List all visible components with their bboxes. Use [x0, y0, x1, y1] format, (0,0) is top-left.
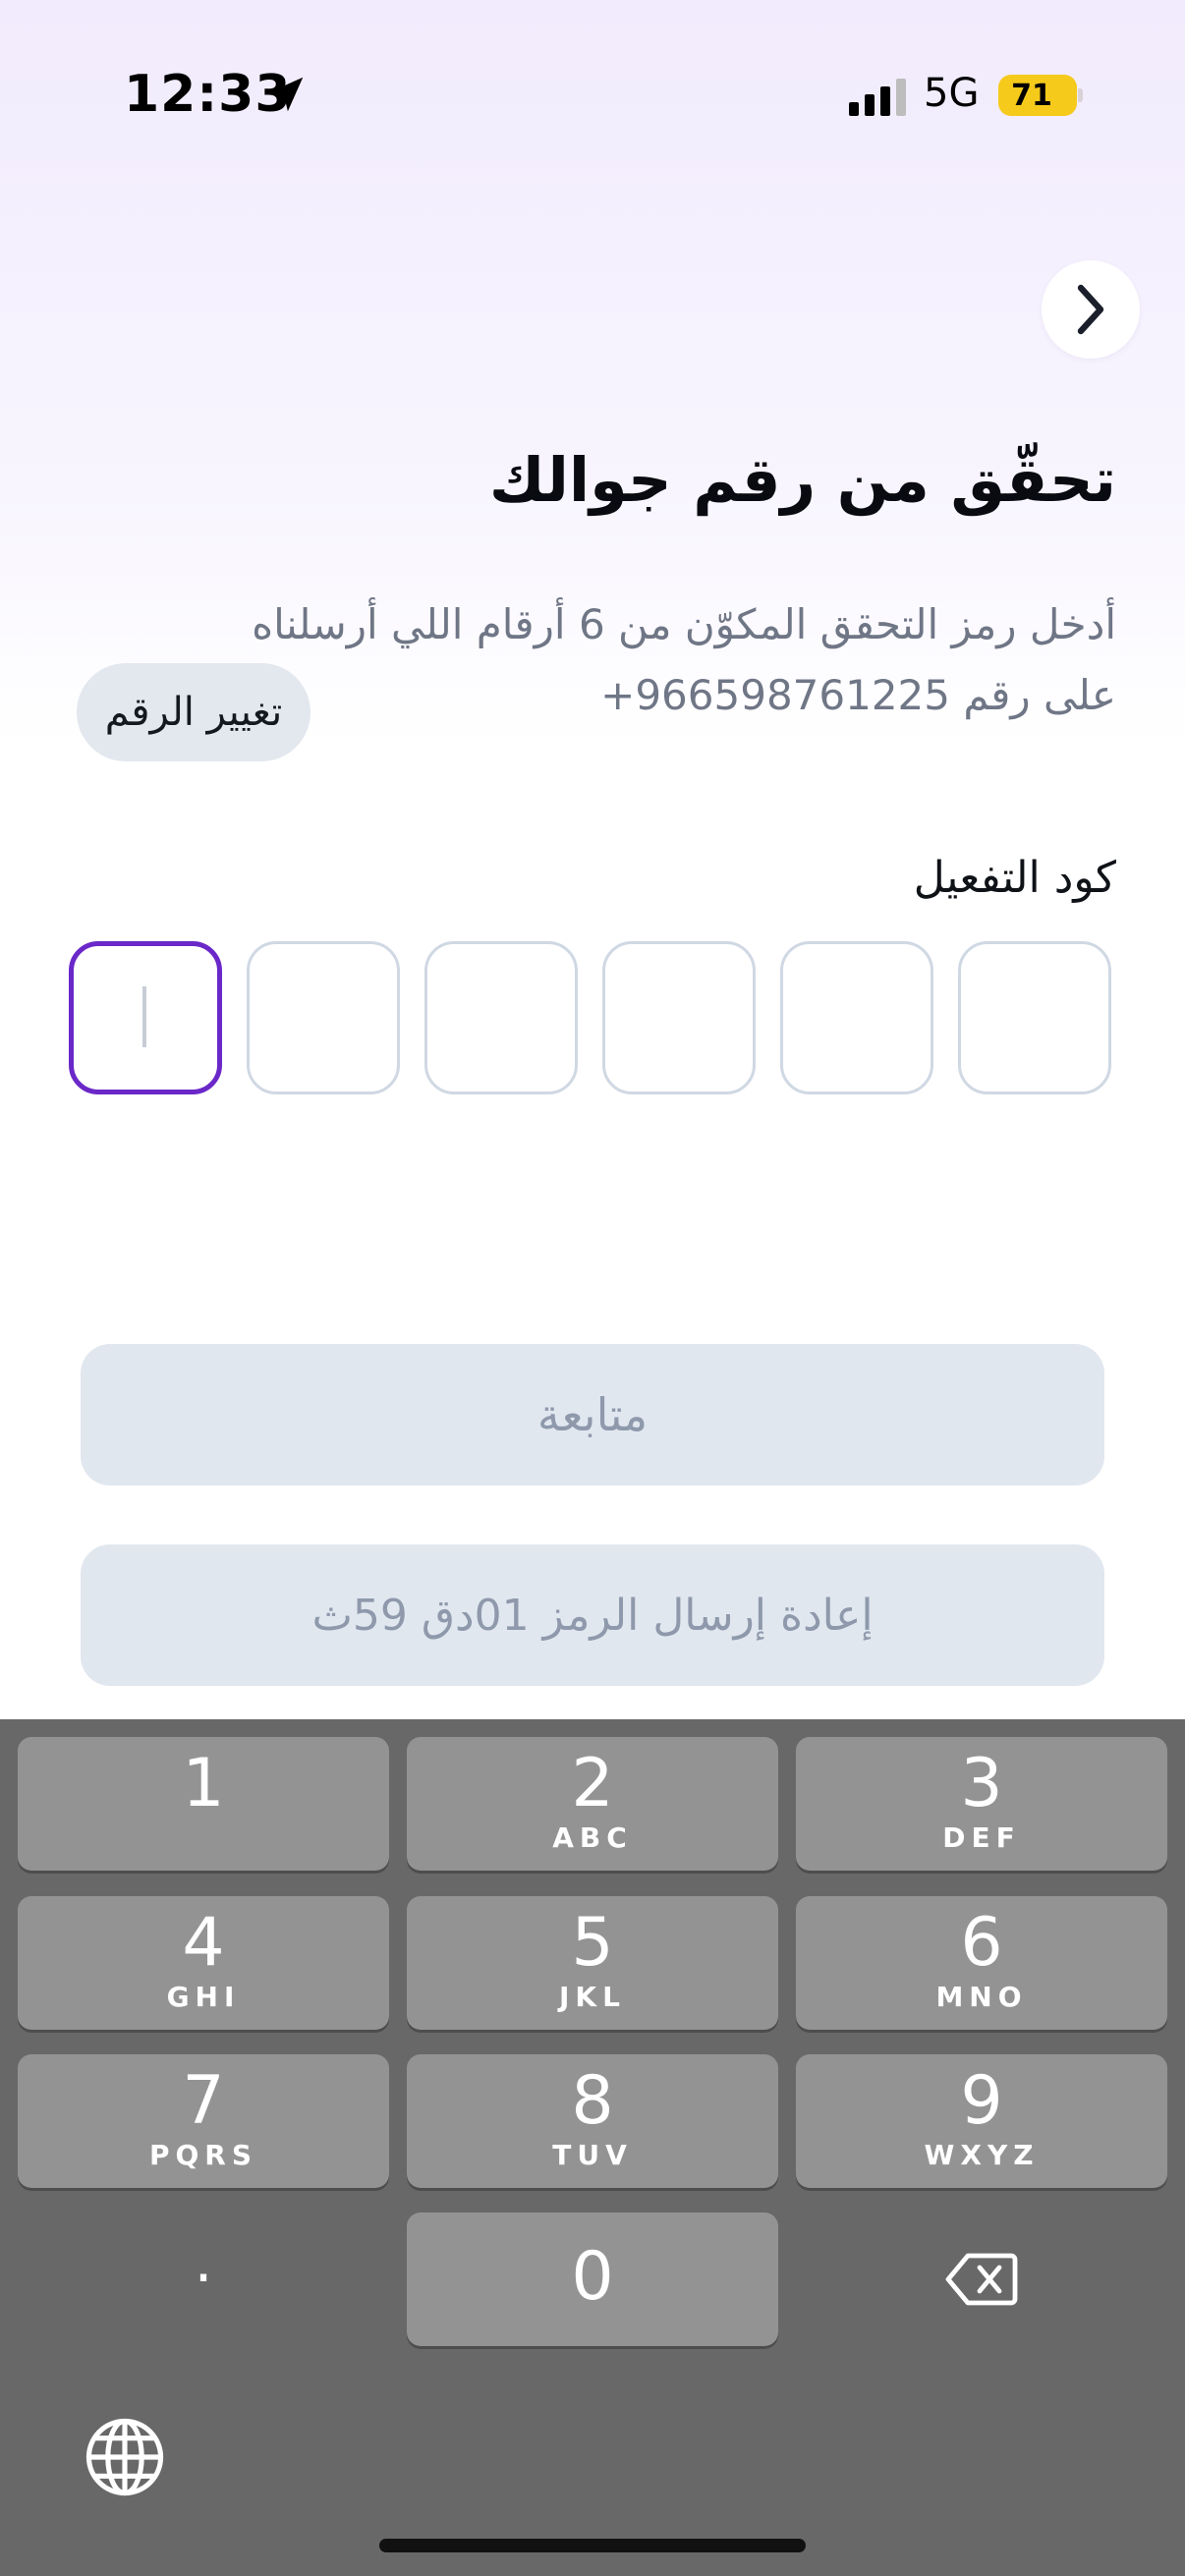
backspace-icon [945, 2253, 1018, 2306]
key-digit: 4 [182, 1904, 225, 1982]
key-4[interactable]: 4 GHI [18, 1896, 389, 2030]
delete-key[interactable] [796, 2212, 1167, 2346]
key-letters: ABC [552, 1821, 633, 1854]
key-9[interactable]: 9 WXYZ [796, 2054, 1167, 2188]
key-1[interactable]: 1 [18, 1737, 389, 1871]
key-digit: 0 [571, 2238, 614, 2316]
phone-number: +966598761225 [600, 671, 950, 719]
status-bar: 12:33 5G 71 [0, 0, 1185, 196]
key-digit: 8 [571, 2062, 614, 2140]
battery-nub [1078, 88, 1083, 102]
key-5[interactable]: 5 JKL [407, 1896, 778, 2030]
key-digit: 3 [960, 1745, 1003, 1822]
key-0[interactable]: 0 [407, 2212, 778, 2346]
key-2[interactable]: 2 ABC [407, 1737, 778, 1871]
key-letters: DEF [942, 1821, 1021, 1854]
key-letters: MNO [935, 1981, 1028, 2013]
code-digit-5[interactable] [247, 941, 400, 1094]
continue-button[interactable]: متابعة [81, 1344, 1104, 1485]
code-label: كود التفعيل [913, 853, 1116, 903]
page-title: تحقّق من رقم جوالك [488, 444, 1116, 516]
network-type: 5G [924, 71, 980, 116]
change-number-button[interactable]: تغيير الرقم [77, 663, 310, 761]
location-arrow-icon [268, 77, 304, 112]
key-letters: TUV [552, 2139, 633, 2171]
battery-icon: 71 [998, 75, 1077, 116]
cellular-signal-icon [849, 79, 906, 116]
home-indicator [379, 2539, 806, 2552]
key-7[interactable]: 7 PQRS [18, 2054, 389, 2188]
code-digit-2[interactable] [780, 941, 933, 1094]
code-digit-4[interactable] [424, 941, 578, 1094]
key-digit: 5 [571, 1904, 614, 1982]
key-digit: 7 [182, 2062, 225, 2140]
key-6[interactable]: 6 MNO [796, 1896, 1167, 2030]
key-digit: 1 [182, 1745, 225, 1822]
key-letters: GHI [166, 1981, 241, 2013]
description-prefix: على رقم [963, 671, 1116, 719]
key-3[interactable]: 3 DEF [796, 1737, 1167, 1871]
key-decimal[interactable]: . [18, 2212, 389, 2346]
globe-icon[interactable] [83, 2415, 167, 2499]
key-8[interactable]: 8 TUV [407, 2054, 778, 2188]
key-digit: 6 [960, 1904, 1003, 1982]
code-digit-3[interactable] [602, 941, 756, 1094]
description-line-1: أدخل رمز التحقق المكوّن من 6 أرقام اللي … [252, 600, 1116, 648]
key-digit: 2 [571, 1745, 614, 1822]
resend-code-button[interactable]: إعادة إرسال الرمز 01دق 59ث [81, 1544, 1104, 1686]
text-caret [142, 986, 146, 1047]
chevron-right-icon [1077, 284, 1104, 335]
code-digit-1[interactable] [958, 941, 1111, 1094]
key-letters: PQRS [148, 2139, 258, 2171]
back-button[interactable] [1042, 260, 1140, 359]
key-letters: JKL [559, 1981, 626, 2013]
battery-level: 71 [1011, 78, 1052, 113]
key-letters: WXYZ [924, 2139, 1040, 2171]
key-digit: 9 [960, 2062, 1003, 2140]
